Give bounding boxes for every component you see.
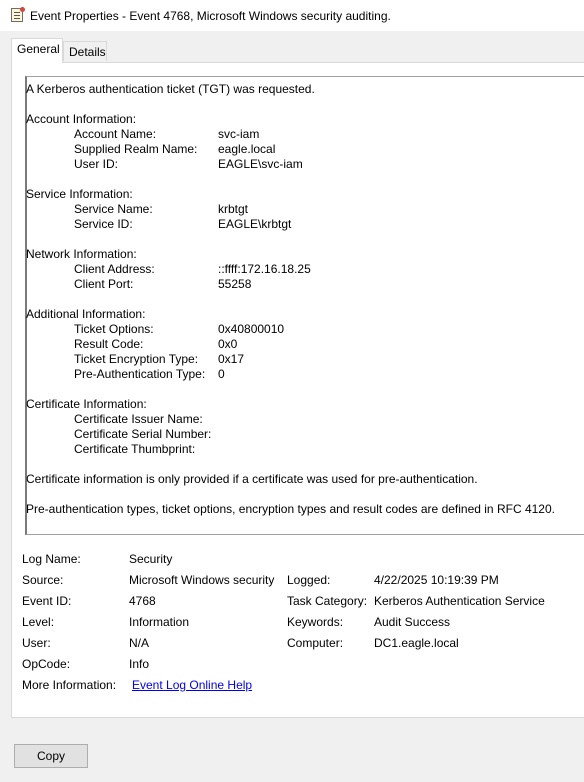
- user-value: N/A: [129, 636, 150, 650]
- certificate-note: Certificate information is only provided…: [26, 472, 478, 486]
- user-id-label: User ID:: [74, 157, 119, 171]
- client-address-label: Client Address:: [74, 262, 155, 276]
- cert-serial-label: Certificate Serial Number:: [74, 427, 212, 441]
- event-log-icon: [11, 7, 25, 22]
- description-intro: A Kerberos authentication ticket (TGT) w…: [26, 82, 315, 96]
- event-id-label: Event ID:: [22, 594, 72, 608]
- opcode-label: OpCode:: [22, 657, 71, 671]
- task-category-value: Kerberos Authentication Service: [374, 594, 545, 608]
- account-info-heading: Account Information:: [26, 112, 137, 126]
- pre-auth-type-value: 0: [218, 367, 225, 381]
- supplied-realm-value: eagle.local: [218, 142, 276, 156]
- client-port-value: 55258: [218, 277, 252, 291]
- service-name-value: krbtgt: [218, 202, 249, 216]
- tab-details-label: Details: [69, 45, 106, 59]
- keywords-label: Keywords:: [287, 615, 344, 629]
- tab-general[interactable]: General: [11, 38, 63, 63]
- opcode-value: Info: [129, 657, 150, 671]
- log-name-value: Security: [129, 552, 173, 566]
- supplied-realm-label: Supplied Realm Name:: [74, 142, 198, 156]
- service-name-label: Service Name:: [74, 202, 153, 216]
- rfc-note: Pre-authentication types, ticket options…: [26, 502, 555, 516]
- copy-button[interactable]: Copy: [14, 744, 88, 768]
- client-address-value: ::ffff:172.16.18.25: [218, 262, 311, 276]
- ticket-options-value: 0x40800010: [218, 322, 285, 336]
- service-id-value: EAGLE\krbtgt: [218, 217, 292, 231]
- source-value: Microsoft Windows security: [129, 573, 275, 587]
- account-name-value: svc-iam: [218, 127, 260, 141]
- ticket-encryption-label: Ticket Encryption Type:: [74, 352, 199, 366]
- certificate-info-heading: Certificate Information:: [26, 397, 147, 411]
- network-info-heading: Network Information:: [26, 247, 137, 261]
- level-label: Level:: [22, 615, 55, 629]
- pre-auth-type-label: Pre-Authentication Type:: [74, 367, 206, 381]
- service-id-label: Service ID:: [74, 217, 133, 231]
- ticket-options-label: Ticket Options:: [74, 322, 154, 336]
- task-category-label: Task Category:: [287, 594, 368, 608]
- account-name-label: Account Name:: [74, 127, 157, 141]
- window-title: Event Properties - Event 4768, Microsoft…: [30, 9, 391, 23]
- computer-label: Computer:: [287, 636, 344, 650]
- event-id-value: 4768: [129, 594, 156, 608]
- level-value: Information: [129, 615, 190, 629]
- cert-thumbprint-label: Certificate Thumbprint:: [74, 442, 196, 456]
- log-name-label: Log Name:: [22, 552, 81, 566]
- more-info-label: More Information:: [22, 678, 117, 692]
- tab-details[interactable]: Details: [63, 41, 107, 61]
- computer-value: DC1.eagle.local: [374, 636, 459, 650]
- event-log-online-help-link[interactable]: Event Log Online Help: [132, 678, 252, 692]
- ticket-encryption-value: 0x17: [218, 352, 245, 366]
- keywords-value: Audit Success: [374, 615, 451, 629]
- logged-value: 4/22/2025 10:19:39 PM: [374, 573, 499, 587]
- source-label: Source:: [22, 573, 64, 587]
- additional-info-heading: Additional Information:: [26, 307, 146, 321]
- user-label: User:: [22, 636, 51, 650]
- tab-general-label: General: [17, 42, 60, 56]
- cert-issuer-label: Certificate Issuer Name:: [74, 412, 203, 426]
- result-code-value: 0x0: [218, 337, 238, 351]
- client-port-label: Client Port:: [74, 277, 134, 291]
- result-code-label: Result Code:: [74, 337, 144, 351]
- service-info-heading: Service Information:: [26, 187, 133, 201]
- title-bar: Event Properties - Event 4768, Microsoft…: [0, 0, 584, 31]
- user-id-value: EAGLE\svc-iam: [218, 157, 303, 171]
- logged-label: Logged:: [287, 573, 331, 587]
